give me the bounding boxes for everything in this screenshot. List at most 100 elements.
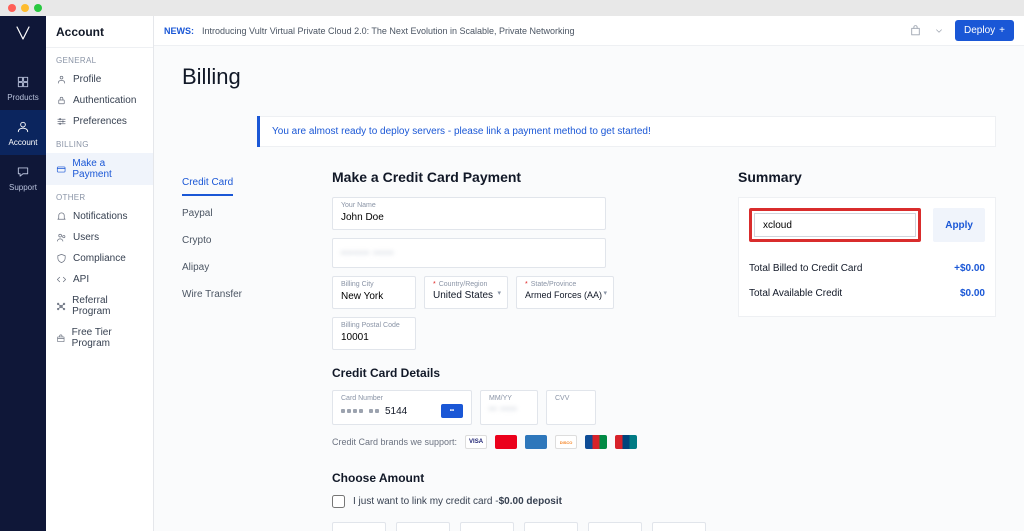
chevron-down-icon: ▾ — [497, 289, 501, 297]
state-label: *State/Province — [525, 281, 605, 288]
tab-crypto[interactable]: Crypto — [182, 227, 332, 254]
sidebar-item-make-payment[interactable]: Make a Payment — [46, 153, 153, 185]
news-tag: NEWS: — [164, 26, 194, 36]
postal-field[interactable]: Billing Postal Code — [332, 317, 416, 350]
sidebar-item-referral[interactable]: Referral Program — [46, 290, 153, 322]
deploy-label: Deploy — [964, 25, 995, 36]
cvv-field[interactable]: CVV — [546, 390, 596, 425]
promo-input[interactable] — [754, 213, 916, 237]
sidebar-title: Account — [46, 16, 153, 48]
promo-highlight — [749, 208, 921, 242]
amount-options: $10 $25 $50 $100 $250 Other — [332, 522, 710, 531]
country-label: *Country/Region — [433, 281, 499, 288]
sidebar-item-label: Make a Payment — [72, 158, 143, 180]
name-input[interactable] — [341, 212, 597, 223]
sidebar-item-compliance[interactable]: Compliance — [46, 248, 153, 269]
city-input[interactable] — [341, 291, 407, 302]
amount-25[interactable]: $25 — [396, 522, 450, 531]
summary-line-value: $0.00 — [960, 288, 985, 299]
payment-tabs: Credit Card Paypal Crypto Alipay Wire Tr… — [182, 169, 332, 531]
summary-line: Total Billed to Credit Card +$0.00 — [749, 256, 985, 281]
cvv-value — [555, 404, 587, 416]
form-heading: Make a Credit Card Payment — [332, 169, 710, 185]
rail-item-support[interactable]: Support — [0, 155, 46, 200]
tab-credit-card[interactable]: Credit Card — [182, 169, 233, 196]
deploy-button[interactable]: Deploy + — [955, 20, 1014, 41]
link-card-checkbox[interactable] — [332, 495, 345, 508]
state-value: Armed Forces (AA) — [525, 290, 605, 300]
amount-other[interactable]: Other — [652, 522, 706, 531]
mastercard-icon — [495, 435, 517, 449]
sidebar-item-label: Free Tier Program — [72, 327, 143, 349]
sidebar-item-label: Notifications — [73, 211, 127, 222]
mac-max-dot[interactable] — [34, 4, 42, 12]
tab-wire-transfer[interactable]: Wire Transfer — [182, 281, 332, 308]
mac-close-dot[interactable] — [8, 4, 16, 12]
city-label: Billing City — [341, 281, 407, 288]
payment-form: Make a Credit Card Payment Your Name •••… — [332, 169, 738, 531]
rail-item-products[interactable]: Products — [0, 65, 46, 110]
country-field[interactable]: *Country/Region United States ▾ — [424, 276, 508, 309]
rail-label: Account — [9, 138, 38, 147]
card-brand-icon: •• — [441, 404, 463, 418]
sidebar-item-label: Referral Program — [72, 295, 143, 317]
summary-line-label: Total Billed to Credit Card — [749, 263, 862, 274]
news-text[interactable]: Introducing Vultr Virtual Private Cloud … — [202, 26, 575, 36]
card-number-label: Card Number — [341, 395, 463, 402]
postal-input[interactable] — [341, 332, 407, 343]
info-banner: You are almost ready to deploy servers -… — [258, 116, 996, 147]
plus-icon: + — [999, 25, 1005, 36]
rail-item-account[interactable]: Account — [0, 110, 46, 155]
amex-icon — [525, 435, 547, 449]
link-card-bold: $0.00 deposit — [499, 496, 562, 507]
sidebar-item-label: Preferences — [73, 116, 127, 127]
mac-min-dot[interactable] — [21, 4, 29, 12]
cc-heading: Credit Card Details — [332, 366, 710, 380]
mac-titlebar — [0, 0, 1024, 16]
cards-support-row: Credit Card brands we support: VISA DISC… — [332, 435, 710, 449]
amount-10[interactable]: $10 — [332, 522, 386, 531]
link-card-row[interactable]: I just want to link my credit card -$0.0… — [332, 495, 710, 508]
sidebar-item-authentication[interactable]: Authentication — [46, 90, 153, 111]
name-field[interactable]: Your Name — [332, 197, 606, 230]
amount-100[interactable]: $100 — [524, 522, 578, 531]
rail-label: Support — [9, 183, 37, 192]
apply-button[interactable]: Apply — [933, 208, 985, 242]
sidebar-item-preferences[interactable]: Preferences — [46, 111, 153, 132]
sidebar-item-notifications[interactable]: Notifications — [46, 206, 153, 227]
expiry-field[interactable]: MM/YY •• •••• — [480, 390, 538, 425]
summary-panel: Summary Apply Total Billed to Credit Car… — [738, 169, 996, 531]
topbar: NEWS: Introducing Vultr Virtual Private … — [154, 16, 1024, 46]
summary-heading: Summary — [738, 169, 996, 185]
sidebar-item-profile[interactable]: Profile — [46, 69, 153, 90]
sidebar-item-label: Profile — [73, 74, 101, 85]
tab-paypal[interactable]: Paypal — [182, 200, 332, 227]
state-field[interactable]: *State/Province Armed Forces (AA) ▾ — [516, 276, 614, 309]
sidebar-item-label: Users — [73, 232, 99, 243]
tab-alipay[interactable]: Alipay — [182, 254, 332, 281]
summary-line-label: Total Available Credit — [749, 288, 842, 299]
chevron-down-icon[interactable] — [931, 23, 947, 39]
chevron-down-icon: ▾ — [603, 289, 607, 297]
address-field[interactable]: ••••••• ••••• — [332, 238, 606, 268]
sidebar-item-free-tier[interactable]: Free Tier Program — [46, 322, 153, 354]
city-field[interactable]: Billing City — [332, 276, 416, 309]
unionpay-icon — [615, 435, 637, 449]
rail-label: Products — [7, 93, 39, 102]
summary-line-value: +$0.00 — [954, 263, 985, 274]
amount-250[interactable]: $250 — [588, 522, 642, 531]
sidebar: Account GENERAL Profile Authentication P… — [46, 16, 154, 531]
sidebar-section-other: OTHER — [46, 185, 153, 206]
visa-icon: VISA — [465, 435, 487, 449]
logo-icon — [14, 24, 32, 45]
expiry-masked: •• •••• — [489, 404, 529, 414]
sidebar-item-label: Authentication — [73, 95, 136, 106]
expiry-label: MM/YY — [489, 395, 529, 402]
sidebar-item-api[interactable]: API — [46, 269, 153, 290]
cards-support-text: Credit Card brands we support: — [332, 437, 457, 447]
page-title: Billing — [182, 64, 996, 90]
sidebar-item-users[interactable]: Users — [46, 227, 153, 248]
card-number-field[interactable]: Card Number 5144 •• — [332, 390, 472, 425]
cart-icon[interactable] — [907, 23, 923, 39]
amount-50[interactable]: $50 — [460, 522, 514, 531]
